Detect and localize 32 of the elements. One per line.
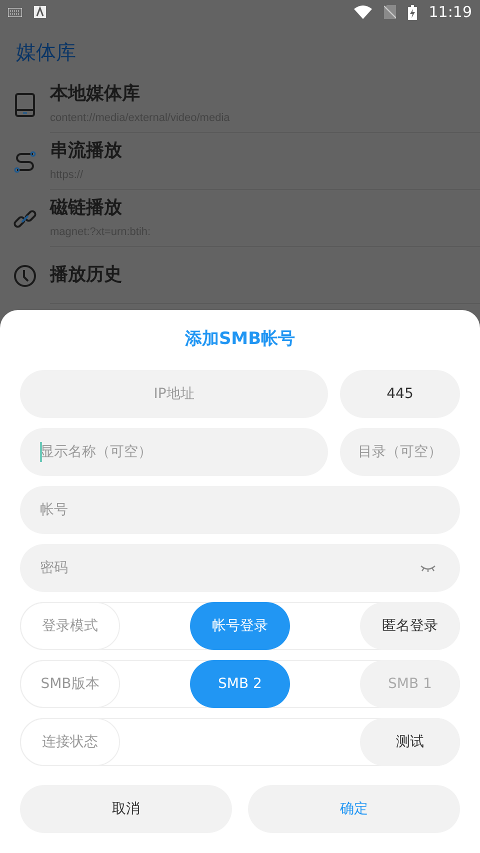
notification-icon <box>34 6 46 18</box>
account-field[interactable]: 帐号 <box>20 486 460 534</box>
display-name-field[interactable]: 显示名称（可空） <box>20 428 328 476</box>
item-title: 播放历史 <box>50 263 122 287</box>
item-title: 串流播放 <box>50 138 122 163</box>
tablet-icon <box>14 92 36 116</box>
wifi-icon <box>354 5 372 19</box>
app-title: 媒体库 <box>15 40 77 64</box>
option-label: SMB版本 <box>20 660 120 708</box>
stream-icon <box>13 150 37 174</box>
option-button[interactable]: SMB 2 <box>190 660 290 708</box>
ip-field[interactable]: IP地址 <box>20 370 328 418</box>
option-button[interactable]: 帐号登录 <box>190 602 290 650</box>
item-title: 磁链播放 <box>50 196 122 220</box>
item-title: 本地媒体库 <box>50 82 140 106</box>
option-label: 登录模式 <box>20 602 120 650</box>
clock-icon <box>13 264 37 288</box>
cancel-button[interactable]: 取消 <box>20 785 232 833</box>
dialog-title: 添加SMB帐号 <box>184 328 296 351</box>
port-field[interactable]: 445 <box>340 370 460 418</box>
no-sim-icon <box>384 5 396 19</box>
test-button[interactable]: 测试 <box>360 718 460 766</box>
keyboard-icon <box>8 8 22 16</box>
option-button[interactable]: 匿名登录 <box>360 602 460 650</box>
library-item[interactable]: 播放历史 <box>0 247 480 304</box>
connection-label: 连接状态 <box>20 718 120 766</box>
directory-field[interactable]: 目录（可空） <box>340 428 460 476</box>
battery-charging-icon <box>408 4 417 20</box>
confirm-button[interactable]: 确定 <box>248 785 460 833</box>
closed-eye-icon[interactable] <box>420 564 436 572</box>
password-field[interactable]: 密码 <box>20 544 460 592</box>
status-time: 11:19 <box>428 2 472 23</box>
